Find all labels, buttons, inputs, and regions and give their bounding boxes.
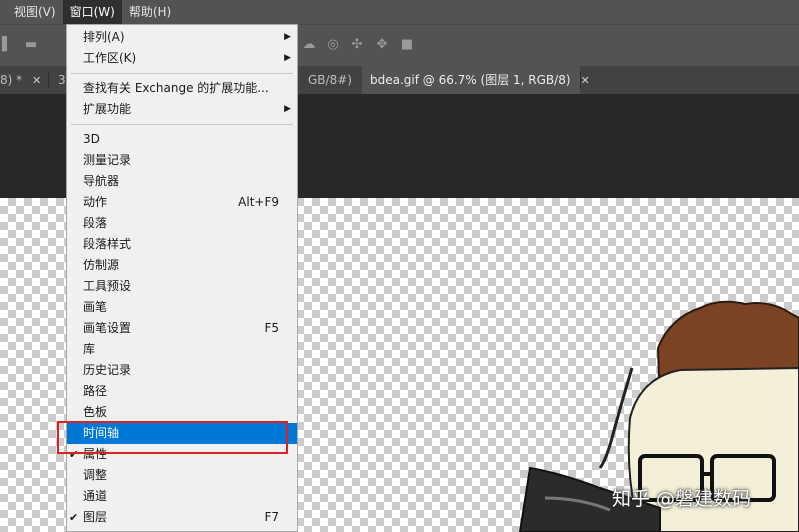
menu-separator — [71, 73, 293, 74]
menu-item-label: 测量记录 — [83, 153, 132, 167]
menu-item-label: 动作 — [83, 195, 108, 209]
menubar-item-1[interactable]: 窗口(W) — [62, 0, 122, 24]
align-icon[interactable]: ▬ — [24, 38, 38, 52]
watermark-text: 知乎 @磐建数码 — [612, 488, 752, 510]
menu-item[interactable]: 画笔设置 F5 — [67, 318, 297, 339]
annotation-highlight-box — [57, 421, 288, 454]
submenu-arrow-icon: ▶ — [284, 32, 291, 42]
menu-item[interactable]: 色板 — [67, 402, 297, 423]
menu-item-label: 仿制源 — [83, 258, 120, 272]
menu-item-label: 路径 — [83, 384, 108, 398]
menu-item-label: 扩展功能 — [83, 102, 132, 116]
document-tab-0[interactable]: 8) * ✕ — [0, 66, 48, 94]
menu-item-label: 导航器 — [83, 174, 120, 188]
3d-rotate-icon[interactable]: ☁ — [302, 38, 316, 52]
3d-drag-icon[interactable]: ✣ — [350, 38, 364, 52]
document-tab-2[interactable]: GB/8#)✕ — [300, 66, 371, 94]
3d-camera-icon[interactable]: ■ — [400, 38, 414, 52]
menu-item[interactable]: 排列(A) ▶ — [67, 27, 297, 48]
menu-item-label: 段落样式 — [83, 237, 132, 251]
tab-separator — [580, 72, 581, 88]
close-tab-icon[interactable]: ✕ — [581, 74, 590, 87]
menu-item-label: 色板 — [83, 405, 108, 419]
menu-item-label: 画笔设置 — [83, 321, 132, 335]
checkmark-icon: ✔ — [69, 511, 79, 524]
document-tab-label: bdea.gif @ 66.7% (图层 1, RGB/8) — [370, 73, 571, 87]
tab-separator — [48, 72, 49, 88]
3d-roll-icon[interactable]: ◎ — [326, 38, 340, 52]
menu-item[interactable]: 历史记录 — [67, 360, 297, 381]
menu-item-label: 工具预设 — [83, 279, 132, 293]
menu-item-shortcut: F5 — [264, 321, 279, 335]
menu-item[interactable]: 工作区(K) ▶ — [67, 48, 297, 69]
submenu-arrow-icon: ▶ — [284, 104, 291, 114]
document-tab-label: 3 — [58, 73, 66, 87]
menu-item[interactable]: 调整 — [67, 465, 297, 486]
options-bar-edge-icon[interactable]: ▌ — [0, 38, 14, 52]
menu-item[interactable]: 测量记录 — [67, 150, 297, 171]
menu-item[interactable]: 工具预设 — [67, 276, 297, 297]
menu-item[interactable]: 扩展功能 ▶ — [67, 99, 297, 120]
menu-item-label: 3D — [83, 132, 100, 146]
menu-item-label: 查找有关 Exchange 的扩展功能... — [83, 81, 269, 95]
menu-item-shortcut: F7 — [264, 510, 279, 524]
3d-slide-icon[interactable]: ✥ — [375, 38, 389, 52]
menu-item[interactable]: 库 — [67, 339, 297, 360]
menu-item-shortcut: Alt+F9 — [238, 195, 279, 209]
menu-item-label: 图层 — [83, 510, 108, 524]
menu-item[interactable]: 路径 — [67, 381, 297, 402]
document-tab-label: GB/8#) — [308, 73, 352, 87]
submenu-arrow-icon: ▶ — [284, 53, 291, 63]
menu-item[interactable]: 仿制源 — [67, 255, 297, 276]
close-tab-icon[interactable]: ✕ — [32, 74, 41, 87]
menu-item-label: 工作区(K) — [83, 51, 137, 65]
menu-item[interactable]: 段落 — [67, 213, 297, 234]
menu-item[interactable]: 查找有关 Exchange 的扩展功能... — [67, 78, 297, 99]
menu-item[interactable]: 画笔 — [67, 297, 297, 318]
menu-item[interactable]: 导航器 — [67, 171, 297, 192]
menu-item-label: 调整 — [83, 468, 108, 482]
menu-item-label: 排列(A) — [83, 30, 125, 44]
menu-item[interactable]: 通道 — [67, 486, 297, 507]
menu-item[interactable]: ✔ 图层 F7 — [67, 507, 297, 528]
menu-item-label: 段落 — [83, 216, 108, 230]
document-tab-3[interactable]: bdea.gif @ 66.7% (图层 1, RGB/8) ✕ — [362, 66, 590, 94]
menu-bar: 视图(V) 窗口(W) 帮助(H) — [0, 0, 799, 24]
menu-separator — [71, 124, 293, 125]
menu-item[interactable]: 段落样式 — [67, 234, 297, 255]
window-menu-dropdown: 排列(A) ▶ 工作区(K) ▶ 查找有关 Exchange 的扩展功能... 扩展功能 ▶… — [66, 24, 298, 532]
menu-item-label: 历史记录 — [83, 363, 132, 377]
menu-item-label: 画笔 — [83, 300, 108, 314]
menu-item-label: 通道 — [83, 489, 108, 503]
menu-item[interactable]: 3D — [67, 129, 297, 150]
menubar-item-2[interactable]: 帮助(H) — [122, 0, 178, 24]
menu-item[interactable]: 动作 Alt+F9 — [67, 192, 297, 213]
menubar-item-0[interactable]: 视图(V) — [0, 0, 63, 24]
menu-item-label: 库 — [83, 342, 96, 356]
document-tab-label: 8) * — [0, 73, 23, 87]
